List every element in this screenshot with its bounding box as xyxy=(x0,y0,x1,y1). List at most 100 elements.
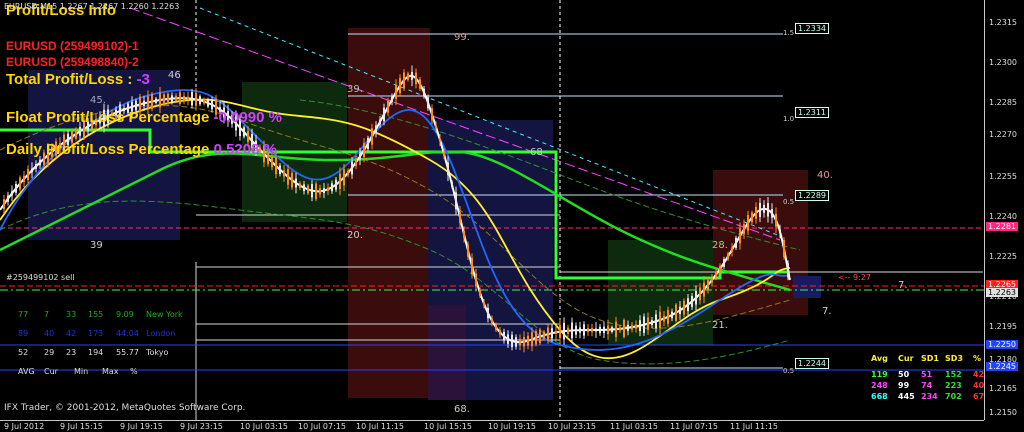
candle-body xyxy=(471,257,473,275)
stats-cell: 234 xyxy=(921,392,938,401)
candle-body xyxy=(607,325,609,335)
candle-body xyxy=(739,228,741,244)
candle-body xyxy=(531,332,533,347)
candle-body xyxy=(35,164,37,169)
candle-body xyxy=(671,311,673,319)
candle-body xyxy=(375,125,377,134)
candle-body xyxy=(383,107,385,122)
candle-body xyxy=(19,177,21,190)
candle-body xyxy=(447,162,449,175)
stats-header: Cur xyxy=(898,354,914,363)
candle-body xyxy=(331,183,333,192)
session-stat-cell: 77 xyxy=(18,310,29,319)
candle-body xyxy=(651,320,653,325)
candle-body xyxy=(719,266,721,272)
candle-body xyxy=(707,280,709,290)
stats-cell: 223 xyxy=(945,381,962,390)
candle-body xyxy=(567,327,569,334)
order-line-2: EURUSD (259498840)-2 xyxy=(6,56,139,68)
price-chart-canvas[interactable] xyxy=(0,0,984,420)
fib-level: 0.5 xyxy=(783,367,795,375)
candle-body xyxy=(571,322,573,339)
zone-label: 45. xyxy=(90,95,106,106)
price-axis-label: 1.2300 xyxy=(989,58,1017,67)
candle-body xyxy=(635,324,637,329)
session-stat-cell: 7 xyxy=(44,310,50,319)
candle-body xyxy=(15,183,17,193)
stats-cell: 40 xyxy=(973,381,985,390)
candle-body xyxy=(23,175,25,183)
time-axis[interactable]: 9 Jul 2012 9 Jul 15:15 9 Jul 19:15 9 Jul 23… xyxy=(0,420,984,432)
candle-body xyxy=(599,326,601,334)
stats-cell: 702 xyxy=(945,392,962,401)
candle-body xyxy=(39,159,41,166)
float-pl-value: -0.0990 % xyxy=(213,109,282,126)
zone-label: 20. xyxy=(347,230,363,241)
candle-body xyxy=(403,72,405,88)
chart-window[interactable]: Profit/Loss Info EURUSD (259499102)-1 EU… xyxy=(0,0,1024,432)
candle-body xyxy=(555,330,557,334)
candle-body xyxy=(379,119,381,125)
candle-body xyxy=(591,327,593,333)
candle-body xyxy=(395,85,397,99)
candle-body xyxy=(587,327,589,333)
candle-body xyxy=(327,187,329,191)
candle-body xyxy=(243,127,245,137)
candle-body xyxy=(551,328,553,339)
candle-body xyxy=(499,330,501,335)
stats-cell: 74 xyxy=(921,381,933,390)
session-footer-label: Min xyxy=(74,367,89,376)
candle-body xyxy=(319,188,321,195)
candle-body xyxy=(527,335,529,346)
fib-price: 1.2334 xyxy=(795,23,829,34)
candle-body xyxy=(363,143,365,158)
total-pl-line: Total Profit/Loss : -3 xyxy=(6,72,150,87)
order-line-1: EURUSD (259499102)-1 xyxy=(6,40,139,52)
session-footer-label: % xyxy=(130,367,138,376)
stats-cell: 42 xyxy=(973,370,985,379)
candle-body xyxy=(311,183,313,198)
candle-body xyxy=(423,88,425,97)
candle-body xyxy=(515,337,517,347)
candle-body xyxy=(543,331,545,339)
candle-body xyxy=(303,184,305,192)
candle-body xyxy=(183,95,185,101)
time-axis-label: 9 Jul 15:15 xyxy=(60,422,103,431)
price-axis[interactable]: 1.2315 1.2300 1.2285 1.2270 1.2255 1.2240 1.22… xyxy=(984,0,1024,420)
candle-body xyxy=(715,271,717,278)
session-name: New York xyxy=(146,310,183,319)
session-name: London xyxy=(146,329,176,338)
candle-body xyxy=(731,247,733,252)
candle-body xyxy=(339,173,341,189)
copyright-text: IFX Trader, © 2001-2012, MetaQuotes Soft… xyxy=(4,403,246,413)
candle-body xyxy=(435,125,437,129)
zone-label: 7. xyxy=(898,280,908,291)
candle-body xyxy=(667,309,669,324)
time-axis-label: 10 Jul 03:15 xyxy=(240,422,288,431)
zone-rect xyxy=(793,276,821,298)
candle-body xyxy=(443,151,445,156)
candle-body xyxy=(503,331,505,341)
candle-body xyxy=(203,99,205,104)
float-pl-label: Float Profit/Loss Percentage xyxy=(6,109,214,126)
price-axis-label: 1.2270 xyxy=(989,130,1017,139)
time-axis-label: 11 Jul 11:15 xyxy=(730,422,778,431)
zone-label: 28. xyxy=(712,240,728,251)
candle-body xyxy=(295,178,297,188)
price-axis-label: 1.2255 xyxy=(989,172,1017,181)
candle-body xyxy=(411,71,413,80)
fib-price: 1.2244 xyxy=(795,358,829,369)
candle-body xyxy=(511,334,513,348)
fib-level: 1.0 xyxy=(783,115,795,123)
session-stat-cell: 9.09 xyxy=(116,310,134,319)
candle-body xyxy=(195,92,197,106)
order-label[interactable]: #259499102 sell xyxy=(6,274,75,282)
total-pl-value: -3 xyxy=(136,71,150,88)
time-axis-label: 10 Jul 11:15 xyxy=(356,422,404,431)
time-axis-label: 9 Jul 2012 xyxy=(4,422,45,431)
session-footer-label: AVG xyxy=(18,367,35,376)
candle-body xyxy=(759,202,761,218)
candle-body xyxy=(347,170,349,175)
session-stat-cell: 29 xyxy=(44,348,55,357)
candle-body xyxy=(611,327,613,332)
